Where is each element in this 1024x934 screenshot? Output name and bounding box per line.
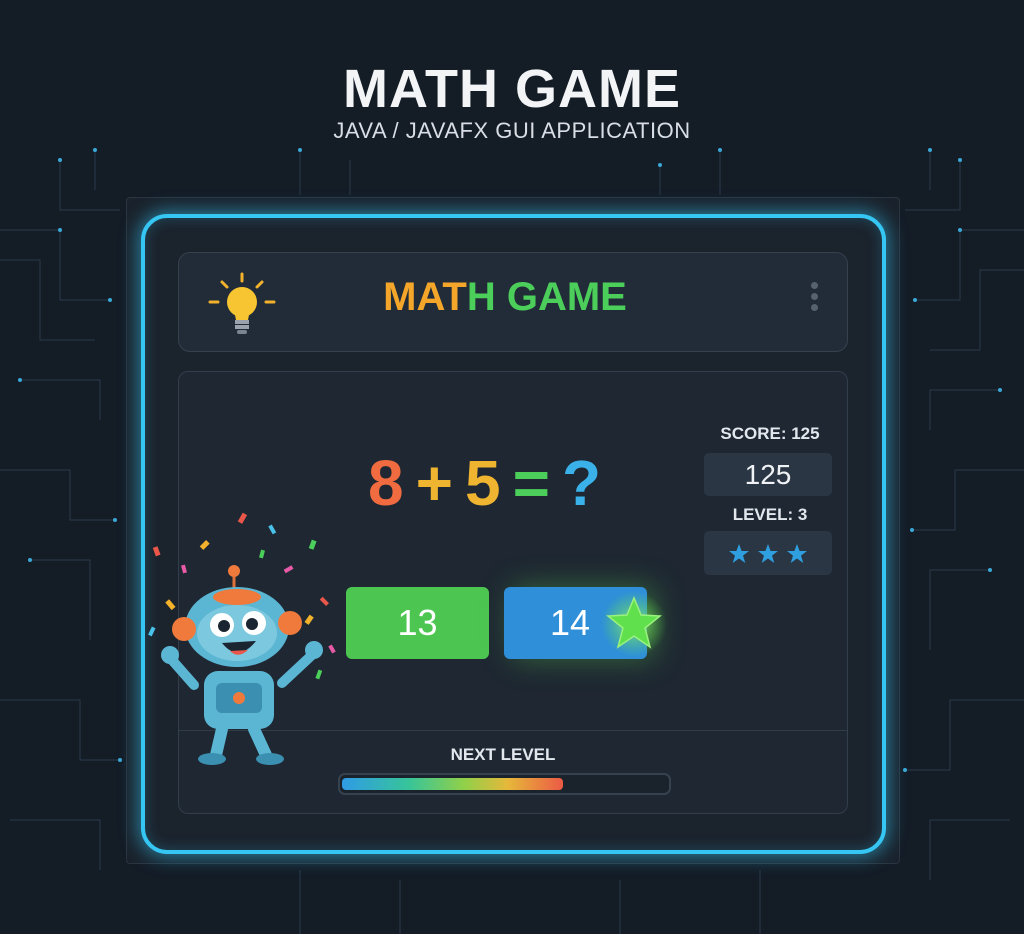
star-icon xyxy=(729,544,749,563)
level-label: LEVEL: 3 xyxy=(732,505,808,524)
answer-button-1[interactable]: 13 xyxy=(346,587,489,659)
page-subtitle: JAVA / JAVAFX GUI APPLICATION xyxy=(333,118,691,143)
math-question: 8 +5 =? xyxy=(368,446,630,520)
star-icon xyxy=(758,544,778,563)
page-heading: MATH GAME xyxy=(343,59,681,119)
unknown-mark: ? xyxy=(561,447,602,519)
robot-mascot xyxy=(148,512,336,765)
star-icon xyxy=(787,544,807,563)
header-title-part1: MAT xyxy=(383,275,467,319)
vertical-dots-menu-icon[interactable] xyxy=(808,282,820,316)
operand-a: 8 xyxy=(368,447,404,519)
lightbulb-icon xyxy=(208,272,276,334)
operand-b: 5 xyxy=(464,447,501,519)
header-title-part2: H GAME xyxy=(466,275,627,319)
glowing-star-icon xyxy=(601,591,667,656)
operator: + xyxy=(415,447,453,519)
score-label: SCORE: 125 xyxy=(720,424,820,443)
next-level-progress-bar xyxy=(338,773,671,795)
header-title: MATH GAME xyxy=(300,275,710,320)
progress-fill xyxy=(342,778,563,790)
equals-sign: = xyxy=(512,447,550,519)
answer-button-2-label: 14 xyxy=(550,602,591,643)
level-stars xyxy=(704,531,832,575)
next-level-label: NEXT LEVEL xyxy=(450,745,556,764)
score-value: 125 xyxy=(704,453,832,496)
